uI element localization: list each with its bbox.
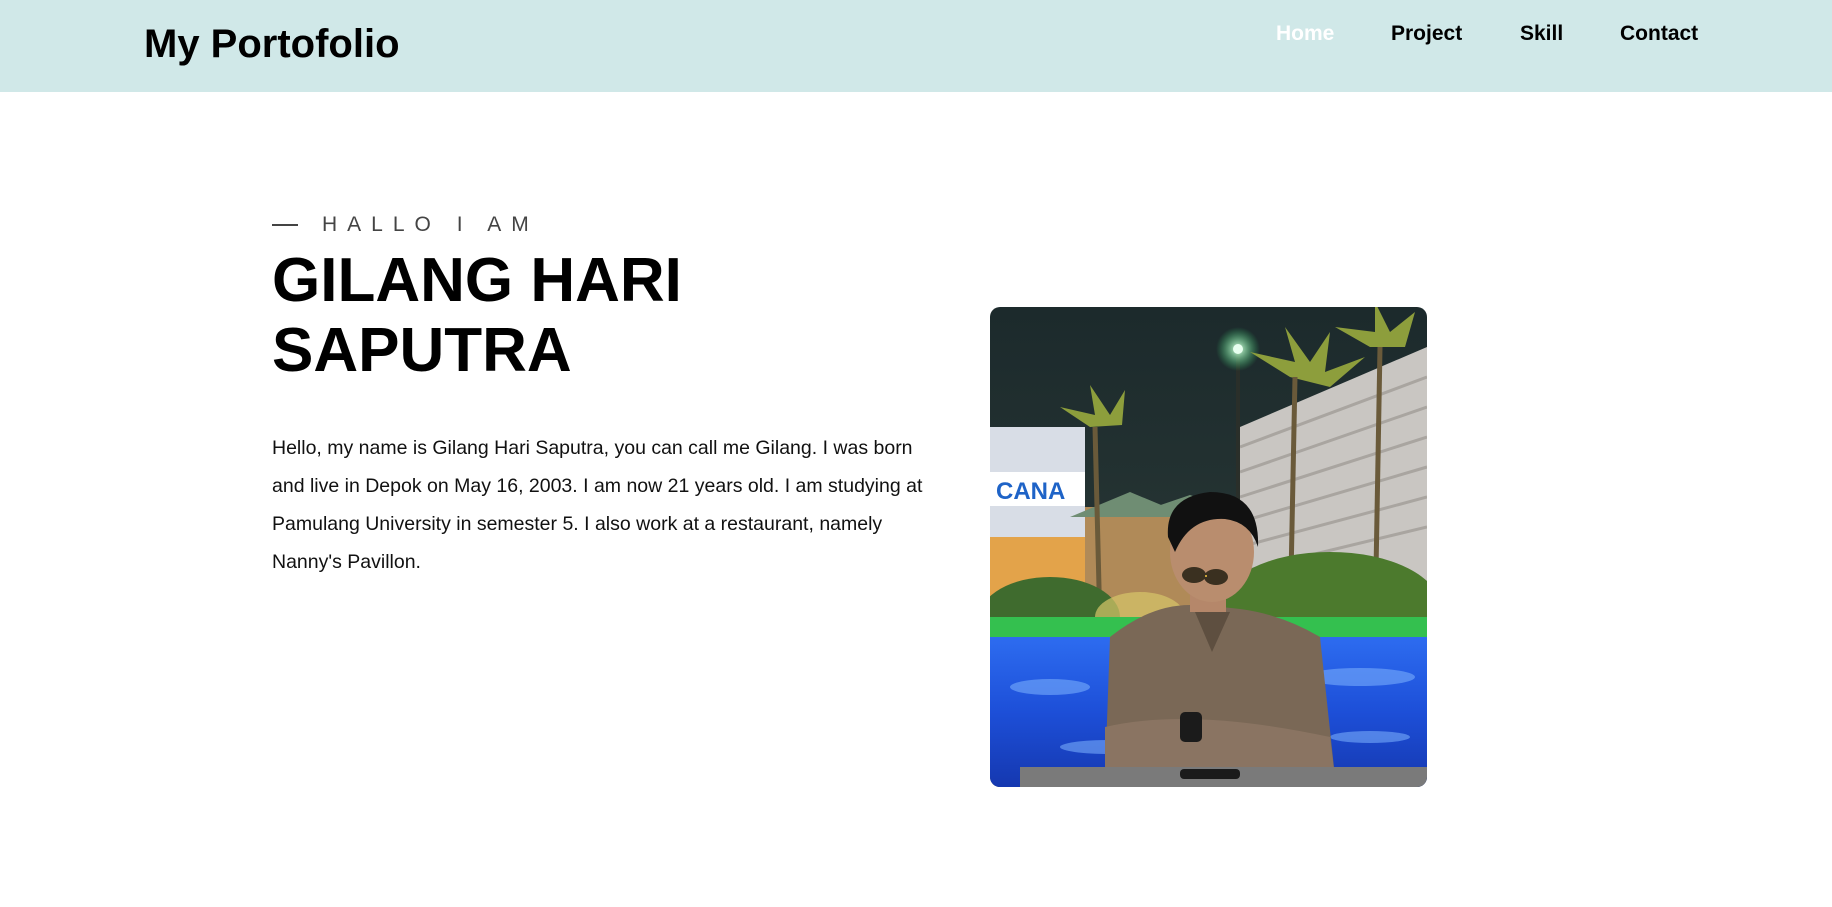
eyebrow-dash [272,224,298,226]
hero-bio-paragraph: Hello, my name is Gilang Hari Saputra, y… [272,437,923,573]
nav-link-home[interactable]: Home [1276,20,1334,48]
shop-sign-text: CANA [996,478,1065,505]
nav-link-contact[interactable]: Contact [1620,20,1698,48]
nav-link-skill[interactable]: Skill [1520,20,1563,48]
profile-photo: CANA [990,307,1427,787]
profile-photo-illustration: CANA [990,307,1427,787]
main-nav: Home Project Skill Contact [0,20,1832,48]
hero-eyebrow: HALLO I AM [272,212,539,238]
hero-name-heading: GILANG HARI SAPUTRA [272,246,682,385]
eyebrow-text: HALLO I AM [322,213,539,236]
top-navigation-bar: My Portofolio Home Project Skill Contact [0,0,1832,92]
nav-link-project[interactable]: Project [1391,20,1462,48]
